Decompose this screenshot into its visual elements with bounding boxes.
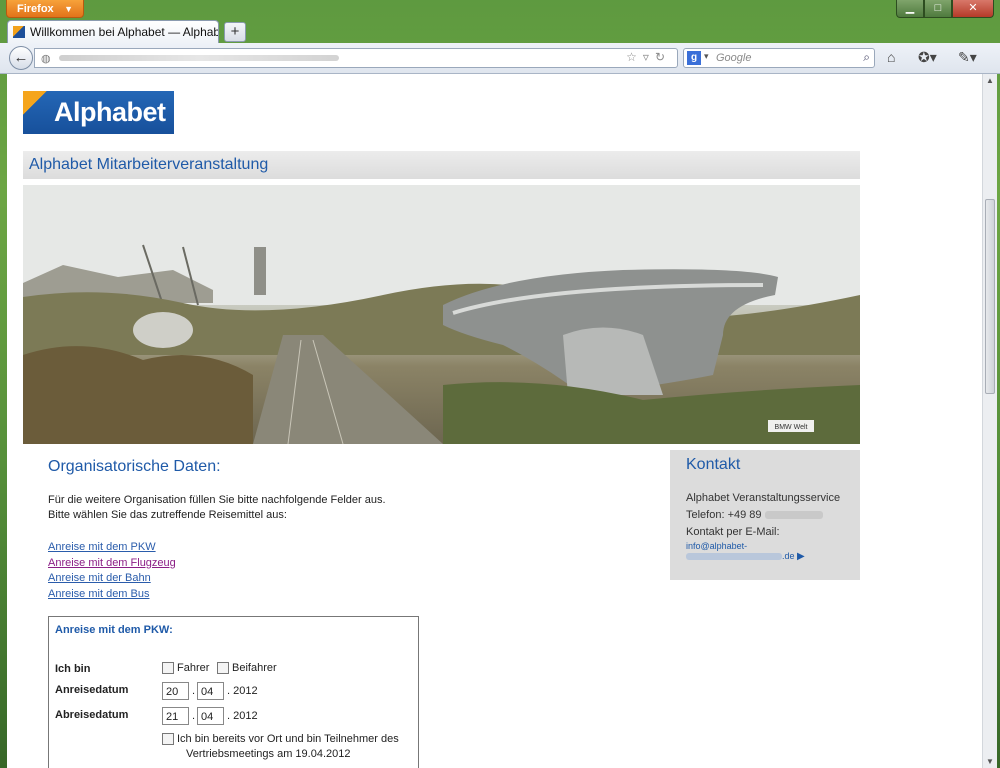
vor-ort-checkbox-wrap[interactable] bbox=[162, 733, 177, 746]
contact-box: Kontakt Alphabet Veranstaltungsservice T… bbox=[670, 450, 860, 580]
alphabet-logo[interactable]: Alphabet bbox=[23, 91, 174, 134]
abreise-label: Abreisedatum bbox=[55, 709, 129, 721]
link-bahn[interactable]: Anreise mit der Bahn bbox=[48, 571, 176, 587]
vor-ort-checkbox[interactable] bbox=[162, 733, 174, 746]
url-bar[interactable]: ◍ ☆▿↻ bbox=[34, 48, 678, 68]
beifahrer-label: Beifahrer bbox=[232, 662, 277, 674]
search-engine-dropdown-icon[interactable]: ▾ bbox=[704, 51, 709, 62]
back-arrow-icon: ← bbox=[13, 49, 29, 66]
addon-icon[interactable]: ✎▾ bbox=[958, 49, 977, 66]
bookmark-star-icon[interactable]: ☆ bbox=[626, 50, 643, 64]
close-button[interactable]: ✕ bbox=[952, 0, 994, 18]
anreise-day-input[interactable]: 20 bbox=[162, 682, 189, 700]
beifahrer-checkbox[interactable] bbox=[217, 662, 229, 675]
home-icon[interactable]: ⌂ bbox=[887, 49, 895, 65]
scroll-up-icon[interactable]: ▲ bbox=[986, 76, 994, 85]
hero-image: BMW Welt bbox=[23, 185, 860, 444]
contact-company: Alphabet Veranstaltungsservice bbox=[686, 492, 841, 504]
scroll-down-icon[interactable]: ▼ bbox=[986, 757, 994, 766]
vor-ort-note-line-2: Vertriebsmeetings am 19.04.2012 bbox=[186, 748, 351, 760]
hero-illustration: BMW Welt bbox=[23, 185, 860, 444]
scrollbar-thumb[interactable] bbox=[985, 199, 995, 394]
link-bus[interactable]: Anreise mit dem Bus bbox=[48, 587, 176, 603]
vertical-scrollbar[interactable]: ▲ ▼ bbox=[982, 74, 997, 768]
navigation-toolbar: ← ◍ ☆▿↻ g ▾ Google ⌕ ⌂ ✪▾ ✎▾ bbox=[0, 43, 1000, 74]
url-text-blurred bbox=[59, 55, 339, 61]
link-flugzeug[interactable]: Anreise mit dem Flugzeug bbox=[48, 556, 176, 572]
abreise-year-value: 2012 bbox=[233, 710, 258, 722]
search-placeholder: Google bbox=[716, 52, 752, 64]
anreise-month-input[interactable]: 04 bbox=[197, 682, 224, 700]
browser-window: Firefox ▼ ▁ □ ✕ Willkommen bei Alphabet … bbox=[0, 0, 1000, 768]
abreise-year: . 2012 bbox=[227, 710, 258, 722]
intro-line-2: Bitte wählen Sie das zutreffende Reisemi… bbox=[48, 509, 287, 521]
tab-title: Willkommen bei Alphabet — Alphabet ... bbox=[30, 25, 219, 39]
fahrer-label: Fahrer bbox=[177, 662, 210, 674]
arrow-right-icon: ▶ bbox=[797, 551, 805, 562]
ich-bin-label: Ich bin bbox=[55, 663, 91, 675]
vor-ort-note: Ich bin bereits vor Ort und bin Teilnehm… bbox=[177, 732, 399, 762]
date-separator: . bbox=[192, 710, 196, 722]
contact-email-link[interactable]: info@alphabet- .de ▶ bbox=[686, 541, 844, 562]
contact-email-label: Kontakt per E-Mail: bbox=[686, 526, 780, 538]
pkw-form: Anreise mit dem PKW: Ich bin Fahrer Beif… bbox=[48, 616, 419, 768]
logo-text: Alphabet bbox=[54, 97, 166, 127]
bookmarks-menu-icon[interactable]: ✪▾ bbox=[918, 49, 937, 66]
phone-number-blurred bbox=[764, 511, 823, 520]
chevron-down-icon: ▼ bbox=[64, 4, 73, 14]
contact-phone-label: Telefon: +49 89 bbox=[686, 509, 762, 521]
intro-text: Für die weitere Organisation füllen Sie … bbox=[48, 493, 386, 523]
date-separator: . bbox=[192, 685, 196, 697]
vor-ort-note-line-1: Ich bin bereits vor Ort und bin Teilnehm… bbox=[177, 733, 399, 745]
globe-icon: ◍ bbox=[41, 53, 51, 65]
window-controls: ▁ □ ✕ bbox=[896, 0, 994, 18]
beifahrer-option[interactable]: Beifahrer bbox=[217, 662, 277, 675]
google-icon[interactable]: g bbox=[687, 51, 701, 65]
section-title: Organisatorische Daten: bbox=[48, 458, 221, 475]
anreise-label: Anreisedatum bbox=[55, 684, 129, 696]
search-icon[interactable]: ⌕ bbox=[863, 50, 870, 65]
tab-alphabet[interactable]: Willkommen bei Alphabet — Alphabet ... bbox=[7, 20, 219, 44]
anreise-year-value: 2012 bbox=[233, 685, 258, 697]
abreise-day-input[interactable]: 21 bbox=[162, 707, 189, 725]
email-prefix: info@alphabet- bbox=[686, 541, 748, 551]
fahrer-checkbox[interactable] bbox=[162, 662, 174, 675]
form-title: Anreise mit dem PKW: bbox=[55, 624, 173, 636]
favicon-icon bbox=[13, 26, 25, 38]
link-pkw[interactable]: Anreise mit dem PKW bbox=[48, 540, 176, 556]
logo-corner-icon bbox=[23, 91, 47, 115]
new-tab-button[interactable]: + bbox=[224, 22, 246, 42]
page-content: Alphabet Alphabet Mitarbeiterveranstaltu… bbox=[7, 74, 982, 768]
contact-title: Kontakt bbox=[686, 456, 741, 473]
firefox-menu-button[interactable]: Firefox ▼ bbox=[6, 0, 84, 18]
maximize-button[interactable]: □ bbox=[924, 0, 952, 18]
intro-line-1: Für die weitere Organisation füllen Sie … bbox=[48, 494, 386, 506]
firefox-menu-label: Firefox bbox=[17, 3, 54, 15]
abreise-month-input[interactable]: 04 bbox=[197, 707, 224, 725]
contact-phone: Telefon: +49 89 bbox=[686, 507, 844, 524]
url-actions: ☆▿↻ bbox=[626, 50, 671, 64]
reload-icon[interactable]: ↻ bbox=[655, 50, 671, 64]
travel-links: Anreise mit dem PKW Anreise mit dem Flug… bbox=[48, 540, 176, 602]
minimize-button[interactable]: ▁ bbox=[896, 0, 924, 18]
email-suffix: .de bbox=[782, 551, 795, 561]
bmw-welt-sign: BMW Welt bbox=[775, 424, 808, 431]
anreise-year: . 2012 bbox=[227, 685, 258, 697]
page-title: Alphabet Mitarbeiterveranstaltung bbox=[23, 151, 860, 179]
back-button[interactable]: ← bbox=[9, 46, 33, 70]
search-bar[interactable]: g ▾ Google ⌕ bbox=[683, 48, 875, 68]
fahrer-option[interactable]: Fahrer bbox=[162, 662, 210, 675]
history-dropdown-icon[interactable]: ▿ bbox=[643, 50, 655, 64]
email-domain-blurred bbox=[686, 553, 782, 561]
